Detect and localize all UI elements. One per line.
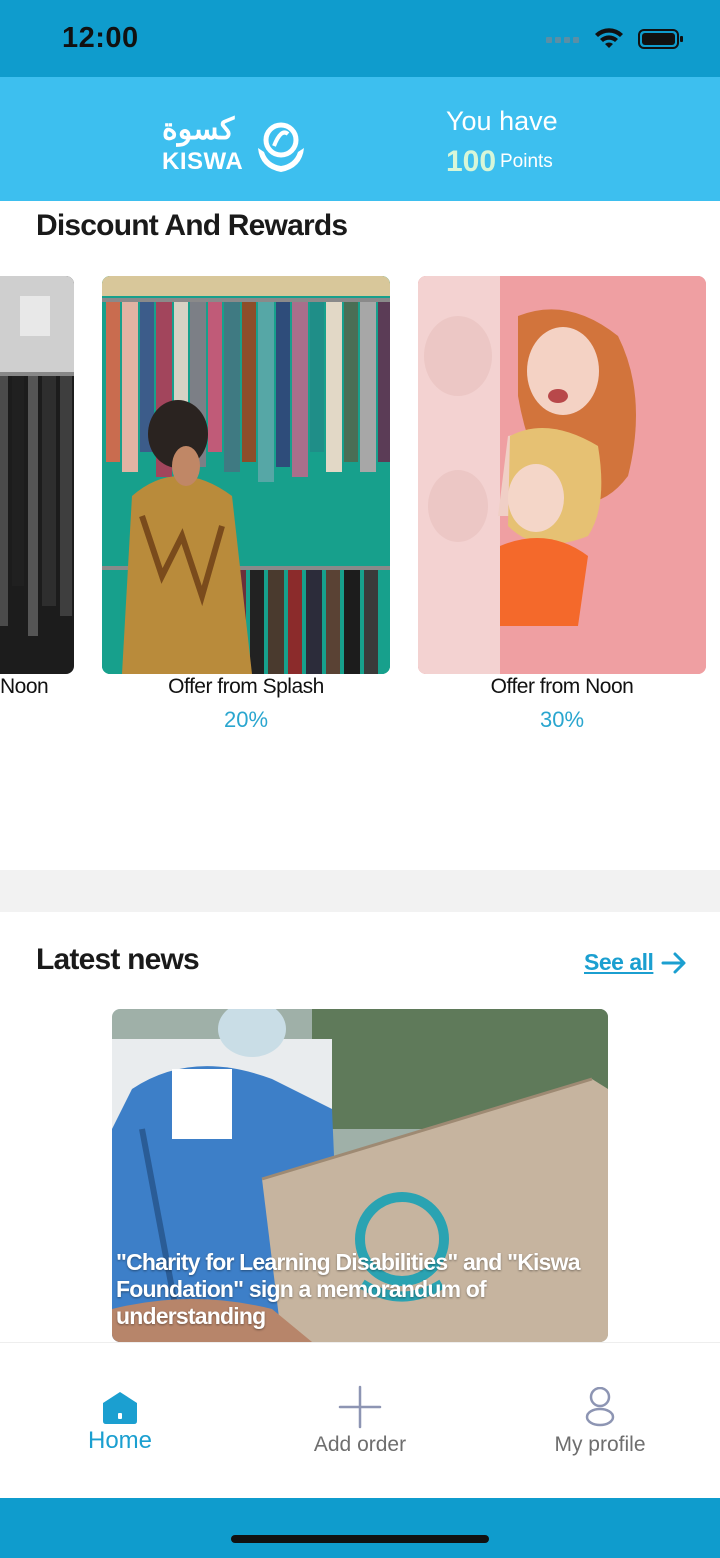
tab-add-order-label: Add order	[313, 1433, 407, 1456]
reward-card-percent: 20%	[223, 707, 269, 732]
see-all-link[interactable]: See all	[584, 949, 654, 976]
tab-home[interactable]: Home	[0, 1343, 240, 1499]
tab-add-order[interactable]: Add order	[240, 1343, 480, 1499]
status-icons	[546, 28, 684, 50]
reward-card-image[interactable]	[418, 276, 706, 674]
status-bar: 12:00	[0, 0, 720, 77]
points-unit: Points	[500, 151, 553, 172]
plus-icon	[338, 1385, 382, 1429]
news-card[interactable]: "Charity for Learning Disabilities" and …	[112, 1009, 608, 1342]
main-content: Discount And Rewards Noon Offer from Spl…	[0, 201, 720, 1342]
app-header	[0, 77, 720, 201]
reward-card-title: Offer from Splash	[168, 675, 324, 698]
rewards-title: Discount And Rewards	[36, 209, 348, 242]
reward-card-image[interactable]	[102, 276, 390, 674]
section-divider	[0, 870, 720, 912]
battery-icon	[638, 29, 683, 49]
reward-card-title: Offer from Noon	[490, 675, 634, 698]
clothing-rack-image	[0, 276, 74, 636]
kiswa-logo-icon	[258, 122, 304, 172]
tab-my-profile[interactable]: My profile	[480, 1343, 720, 1499]
reward-card-image[interactable]	[0, 276, 74, 674]
tab-home-label: Home	[87, 1427, 153, 1454]
kids-photo-image	[418, 276, 706, 674]
status-time: 12:00	[62, 22, 139, 54]
tab-bar: Home Add order My profile	[0, 1342, 720, 1499]
reward-card-percent: 30%	[539, 707, 585, 732]
news-title: Latest news	[36, 943, 200, 976]
clothing-store-image	[102, 276, 390, 674]
wifi-icon	[595, 28, 623, 48]
logo-english: KISWA	[162, 148, 244, 175]
arrow-right-icon[interactable]	[660, 949, 688, 977]
points-label: You have	[446, 106, 558, 136]
signal-icon	[546, 37, 579, 43]
points-value: 100	[446, 145, 497, 178]
home-icon	[103, 1392, 137, 1424]
home-indicator[interactable]	[231, 1535, 489, 1543]
reward-card-title: Noon	[0, 675, 49, 698]
logo-arabic: كسوة	[162, 113, 235, 146]
person-icon	[585, 1387, 615, 1427]
tab-my-profile-label: My profile	[554, 1433, 646, 1456]
news-caption: "Charity for Learning Disabilities" and …	[116, 1249, 580, 1329]
home-indicator-area	[0, 1498, 720, 1558]
